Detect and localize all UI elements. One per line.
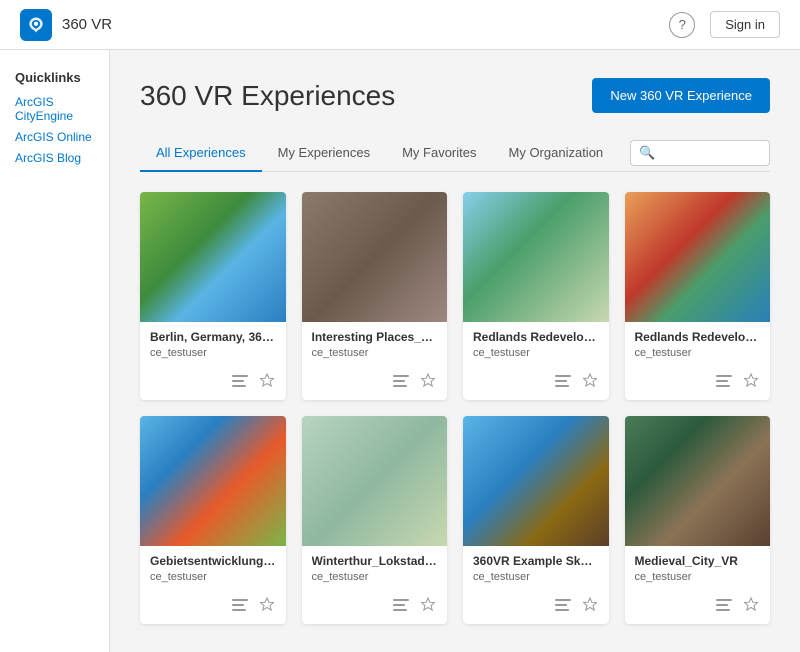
card-body: 360VR Example Skybridge... ce_testuser (463, 546, 609, 595)
search-box: 🔍 (630, 140, 770, 166)
card-image (463, 416, 609, 546)
card-redlands2[interactable]: Redlands Redevelopment ce_testuser (625, 192, 771, 400)
app-header: 360 VR ? Sign in (0, 0, 800, 50)
card-image (140, 192, 286, 322)
card-title: Gebietsentwicklung_Man... (150, 554, 276, 568)
card-details-button[interactable] (230, 596, 250, 616)
card-user: ce_testuser (150, 571, 276, 583)
card-favorite-button[interactable] (581, 595, 599, 616)
card-title: 360VR Example Skybridge... (473, 554, 599, 568)
card-favorite-button[interactable] (742, 371, 760, 392)
card-user: ce_testuser (473, 571, 599, 583)
card-actions (463, 371, 609, 400)
card-title: Redlands Redevelopment (635, 330, 761, 344)
card-details-button[interactable] (230, 372, 250, 392)
card-body: Gebietsentwicklung_Man... ce_testuser (140, 546, 286, 595)
card-actions (463, 595, 609, 624)
card-details-button[interactable] (391, 372, 411, 392)
card-image (302, 416, 448, 546)
card-body: Berlin, Germany, 360 VR E... ce_testuser (140, 322, 286, 371)
app-title: 360 VR (62, 16, 112, 33)
card-redlands1[interactable]: Redlands Redevelopment ... ce_testuser (463, 192, 609, 400)
card-image (625, 416, 771, 546)
sidebar-link-online[interactable]: ArcGIS Online (15, 130, 94, 144)
page-header: 360 VR Experiences New 360 VR Experience (140, 78, 770, 113)
card-favorite-button[interactable] (258, 595, 276, 616)
card-actions (625, 595, 771, 624)
card-favorite-button[interactable] (419, 371, 437, 392)
card-image (625, 192, 771, 322)
search-icon: 🔍 (639, 145, 655, 161)
card-interesting[interactable]: Interesting Places_360VR.js ce_testuser (302, 192, 448, 400)
card-actions (140, 371, 286, 400)
card-favorite-button[interactable] (258, 371, 276, 392)
card-body: Medieval_City_VR ce_testuser (625, 546, 771, 595)
help-button[interactable]: ? (669, 12, 695, 38)
card-details-button[interactable] (714, 372, 734, 392)
header-left: 360 VR (20, 9, 112, 41)
card-body: Winterthur_Lokstadt_v1 c... ce_testuser (302, 546, 448, 595)
card-details-button[interactable] (553, 372, 573, 392)
card-image (463, 192, 609, 322)
card-title: Interesting Places_360VR.js (312, 330, 438, 344)
card-favorite-button[interactable] (742, 595, 760, 616)
signin-button[interactable]: Sign in (710, 11, 780, 38)
card-user: ce_testuser (312, 571, 438, 583)
card-body: Redlands Redevelopment ce_testuser (625, 322, 771, 371)
card-medieval[interactable]: Medieval_City_VR ce_testuser (625, 416, 771, 624)
tab-list: All Experiences My Experiences My Favori… (140, 135, 619, 171)
tab-all-experiences[interactable]: All Experiences (140, 135, 262, 172)
new-experience-button[interactable]: New 360 VR Experience (592, 78, 770, 113)
card-title: Medieval_City_VR (635, 554, 761, 568)
sidebar-link-blog[interactable]: ArcGIS Blog (15, 151, 94, 165)
card-skybridge[interactable]: 360VR Example Skybridge... ce_testuser (463, 416, 609, 624)
tabs-row: All Experiences My Experiences My Favori… (140, 135, 770, 172)
header-right: ? Sign in (669, 11, 780, 38)
card-user: ce_testuser (635, 347, 761, 359)
card-actions (302, 595, 448, 624)
card-details-button[interactable] (553, 596, 573, 616)
page-title: 360 VR Experiences (140, 80, 395, 112)
card-title: Redlands Redevelopment ... (473, 330, 599, 344)
card-title: Winterthur_Lokstadt_v1 c... (312, 554, 438, 568)
card-body: Interesting Places_360VR.js ce_testuser (302, 322, 448, 371)
page-layout: Quicklinks ArcGIS CityEngine ArcGIS Onli… (0, 50, 800, 652)
card-user: ce_testuser (312, 347, 438, 359)
sidebar-title: Quicklinks (15, 70, 94, 85)
card-winterthur[interactable]: Winterthur_Lokstadt_v1 c... ce_testuser (302, 416, 448, 624)
card-details-button[interactable] (391, 596, 411, 616)
tab-my-organization[interactable]: My Organization (493, 135, 620, 172)
tab-my-experiences[interactable]: My Experiences (262, 135, 386, 172)
card-actions (625, 371, 771, 400)
app-logo (20, 9, 52, 41)
sidebar: Quicklinks ArcGIS CityEngine ArcGIS Onli… (0, 50, 110, 652)
tab-my-favorites[interactable]: My Favorites (386, 135, 492, 172)
card-body: Redlands Redevelopment ... ce_testuser (463, 322, 609, 371)
card-user: ce_testuser (635, 571, 761, 583)
card-title: Berlin, Germany, 360 VR E... (150, 330, 276, 344)
card-image (302, 192, 448, 322)
card-actions (302, 371, 448, 400)
card-gebiet[interactable]: Gebietsentwicklung_Man... ce_testuser (140, 416, 286, 624)
card-image (140, 416, 286, 546)
search-input[interactable] (661, 146, 761, 161)
card-favorite-button[interactable] (419, 595, 437, 616)
sidebar-link-cityengine[interactable]: ArcGIS CityEngine (15, 95, 94, 123)
card-user: ce_testuser (150, 347, 276, 359)
card-berlin[interactable]: Berlin, Germany, 360 VR E... ce_testuser (140, 192, 286, 400)
cards-grid: Berlin, Germany, 360 VR E... ce_testuser (140, 192, 770, 624)
card-favorite-button[interactable] (581, 371, 599, 392)
card-details-button[interactable] (714, 596, 734, 616)
main-content: 360 VR Experiences New 360 VR Experience… (110, 50, 800, 652)
card-actions (140, 595, 286, 624)
card-user: ce_testuser (473, 347, 599, 359)
